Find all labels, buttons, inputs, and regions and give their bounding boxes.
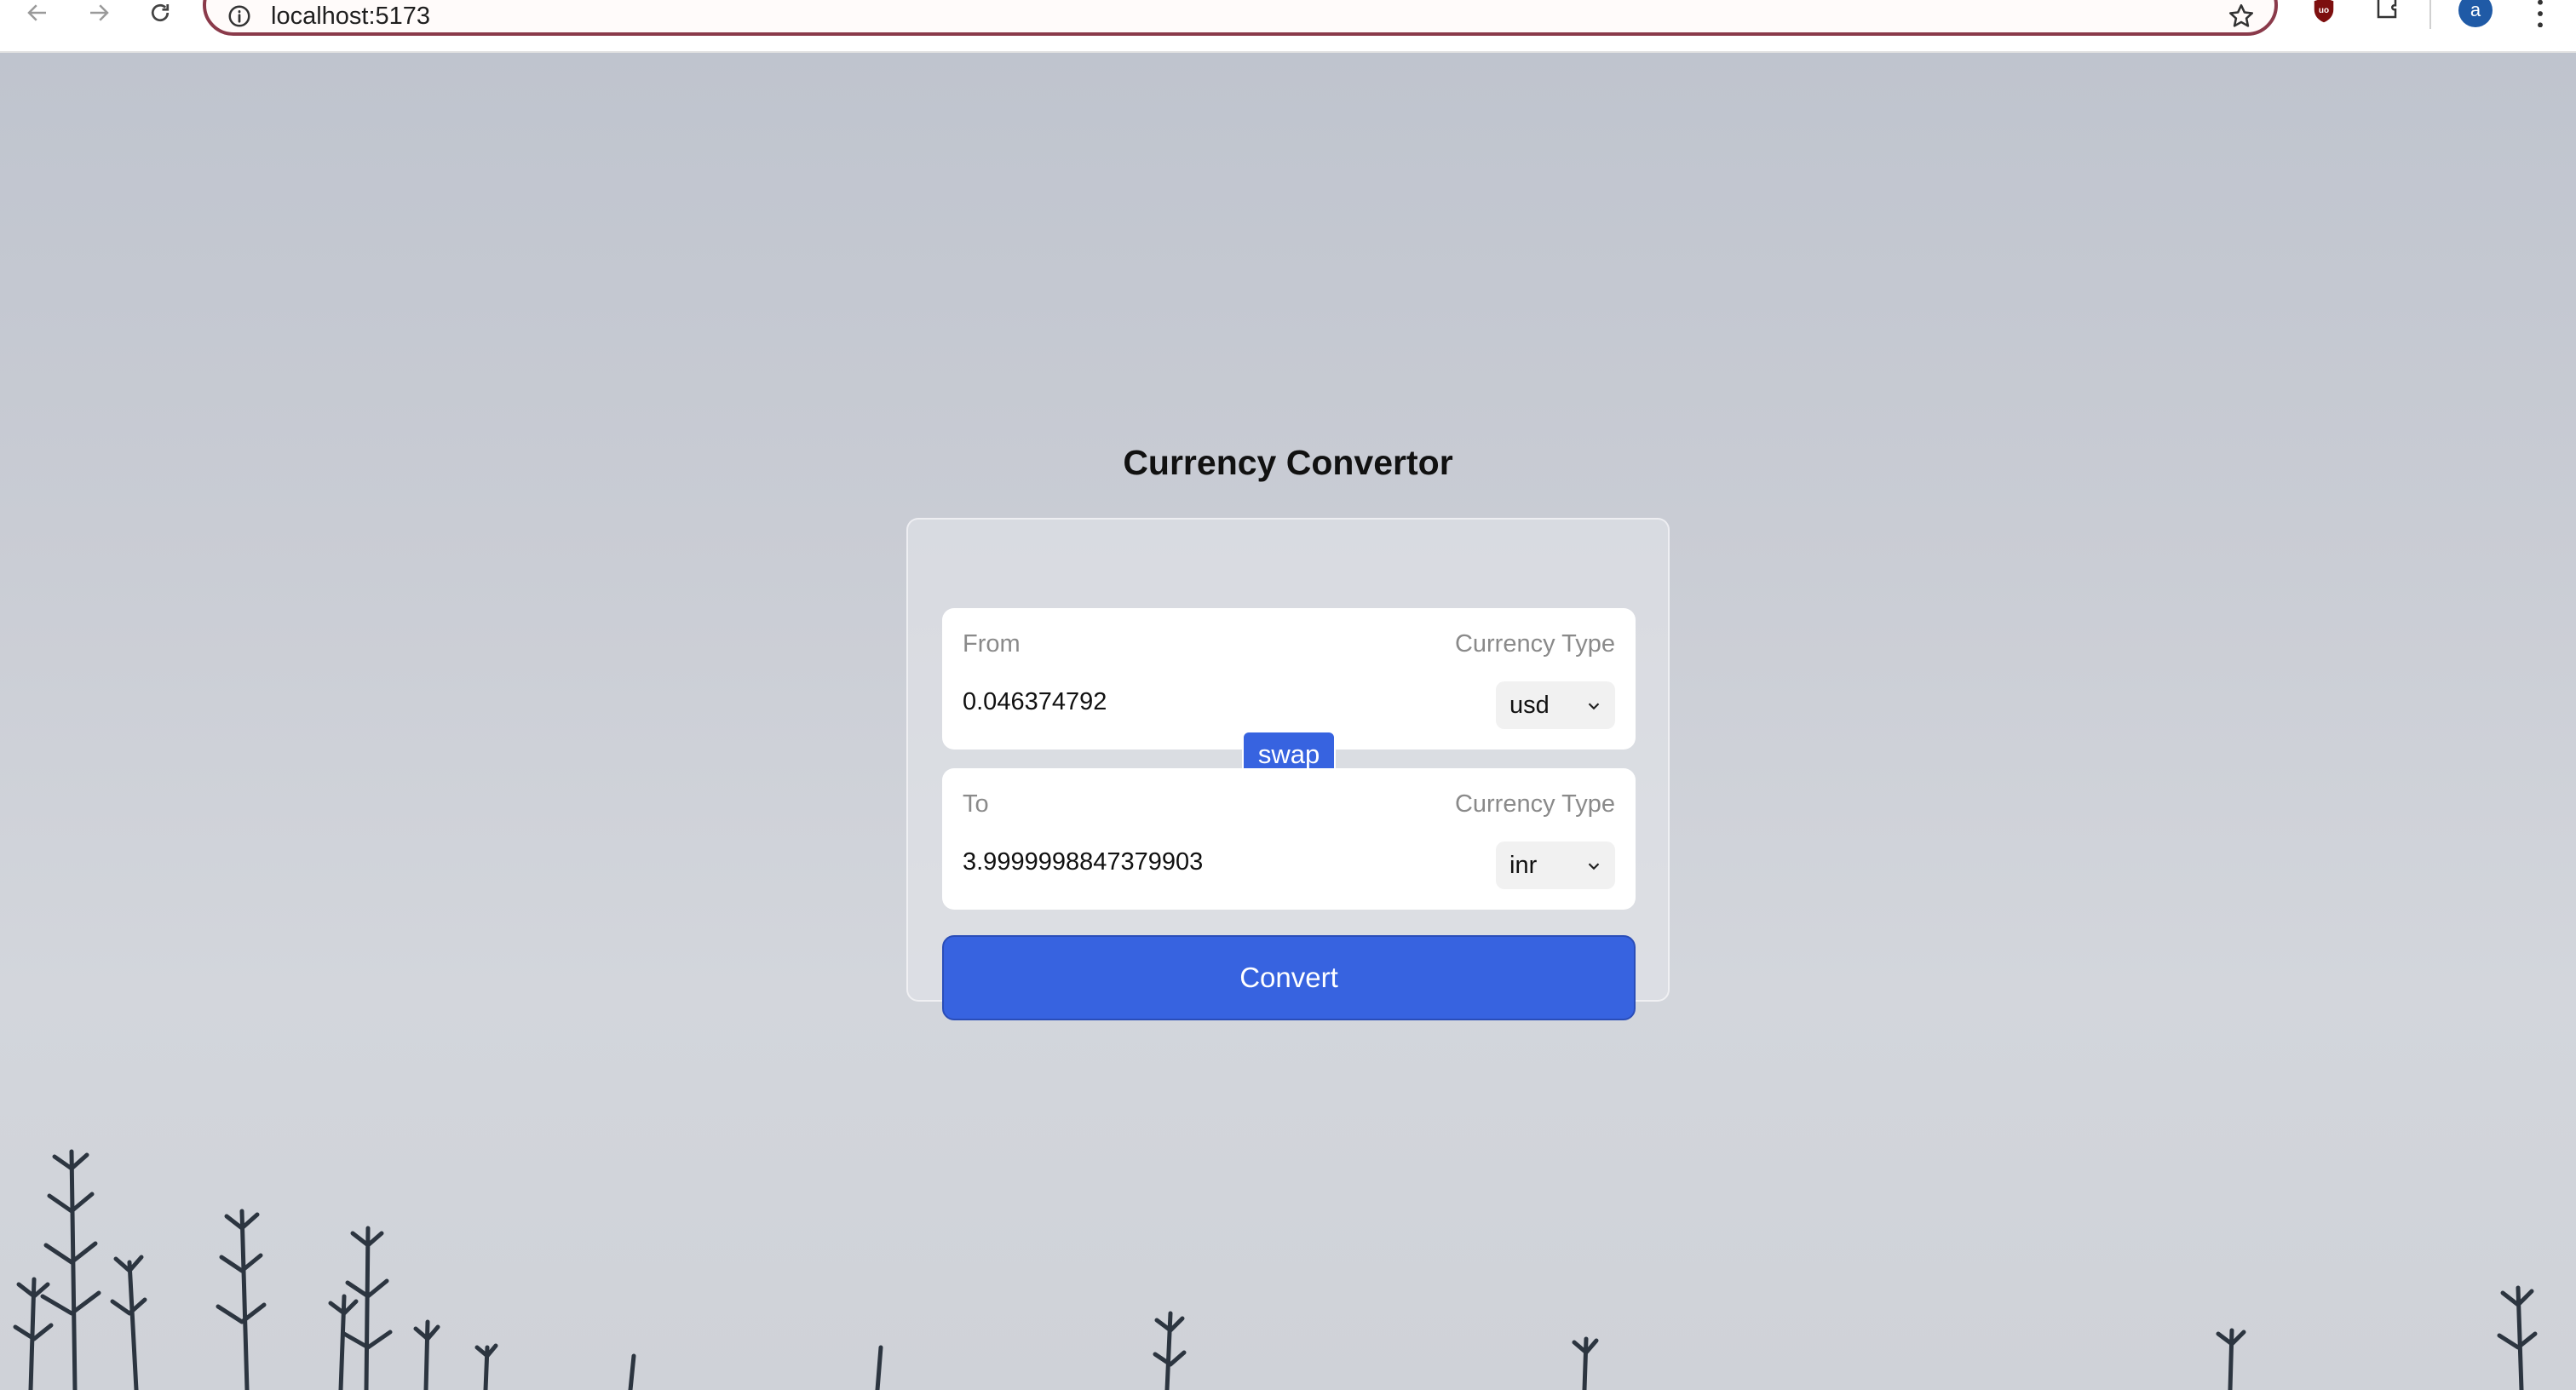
to-amount-input[interactable] <box>963 848 1389 876</box>
menu-dots-icon <box>2538 0 2543 27</box>
from-section: From Currency Type usd <box>942 608 1636 750</box>
from-amount-input[interactable] <box>963 688 1389 716</box>
from-currency-select[interactable]: usd <box>1496 681 1615 729</box>
back-button[interactable] <box>19 0 56 26</box>
browser-menu-button[interactable] <box>2530 0 2550 29</box>
extensions-icon <box>2377 0 2397 19</box>
forward-button[interactable] <box>80 0 118 26</box>
pine-trees-silhouette <box>13 1149 2538 1390</box>
profile-avatar[interactable]: a <box>2458 0 2493 27</box>
forward-icon <box>90 4 109 21</box>
from-label: From <box>963 630 1021 658</box>
svg-text:uo: uo <box>2319 6 2329 15</box>
reload-icon <box>151 3 170 22</box>
ublock-button[interactable]: uo <box>2307 0 2341 26</box>
reload-button[interactable] <box>141 0 179 26</box>
from-currency-value: usd <box>1509 692 1550 719</box>
extensions-button[interactable] <box>2370 0 2404 26</box>
chevron-down-icon <box>1588 703 1600 710</box>
chevron-down-icon <box>1588 863 1600 870</box>
converter-card: From Currency Type usd swap To Currency … <box>906 518 1670 1020</box>
to-currency-value: inr <box>1509 852 1538 879</box>
address-bar[interactable]: localhost:5173 <box>203 0 2278 36</box>
convert-button[interactable]: Convert <box>942 935 1636 1020</box>
browser-toolbar: localhost:5173 uo a <box>0 0 2576 53</box>
page-title: Currency Convertor <box>1123 443 1453 482</box>
toolbar-divider <box>2429 0 2431 29</box>
bookmark-star-icon[interactable] <box>2227 2 2256 31</box>
page-background: Currency Convertor From Currency Type us… <box>0 53 2576 1390</box>
back-icon <box>27 4 46 21</box>
to-currency-select[interactable]: inr <box>1496 841 1615 889</box>
to-section: To Currency Type inr <box>942 768 1636 910</box>
to-currency-type-label: Currency Type <box>1454 790 1615 818</box>
site-info-icon[interactable] <box>227 3 252 29</box>
ublock-icon: uo <box>2314 0 2334 23</box>
url-text[interactable]: localhost:5173 <box>271 2 430 31</box>
to-label: To <box>963 790 989 818</box>
from-currency-type-label: Currency Type <box>1454 630 1615 658</box>
